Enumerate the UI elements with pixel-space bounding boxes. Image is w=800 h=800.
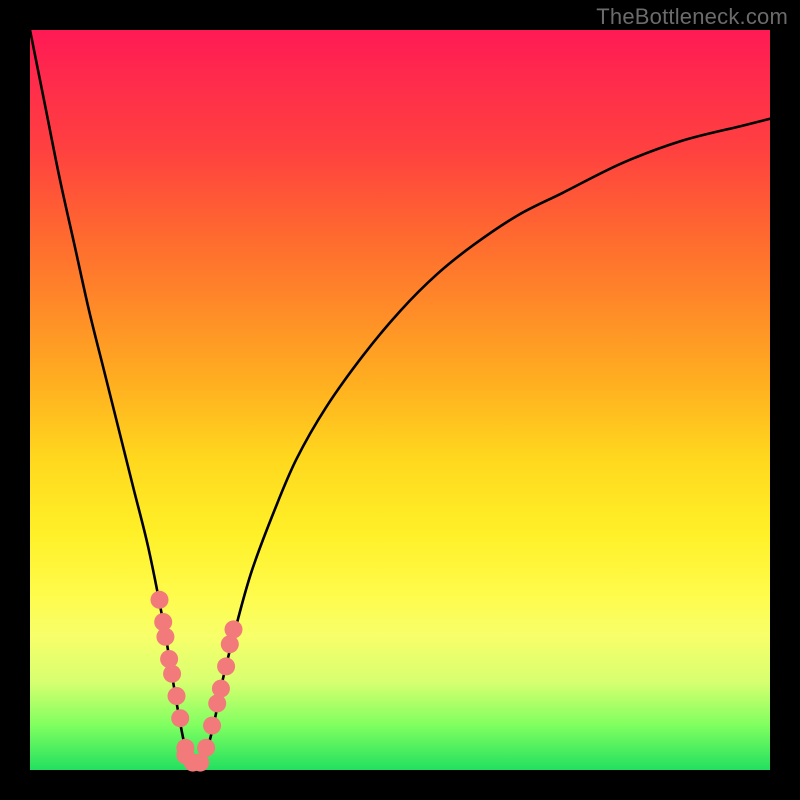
chart-plot-area: [30, 30, 770, 770]
marker-dot: [225, 620, 243, 638]
marker-dot: [163, 665, 181, 683]
marker-dot: [160, 650, 178, 668]
marker-dot: [217, 657, 235, 675]
marker-dot: [203, 717, 221, 735]
marker-dot: [156, 628, 174, 646]
marker-dot: [168, 687, 186, 705]
marker-dot: [197, 739, 215, 757]
chart-svg: [30, 30, 770, 770]
curve-path: [30, 30, 770, 764]
watermark-text: TheBottleneck.com: [596, 4, 788, 30]
bottleneck-curve: [30, 30, 770, 764]
chart-frame: TheBottleneck.com: [0, 0, 800, 800]
marker-dot: [151, 591, 169, 609]
highlight-markers: [151, 591, 243, 772]
marker-dot: [212, 680, 230, 698]
marker-dot: [171, 709, 189, 727]
